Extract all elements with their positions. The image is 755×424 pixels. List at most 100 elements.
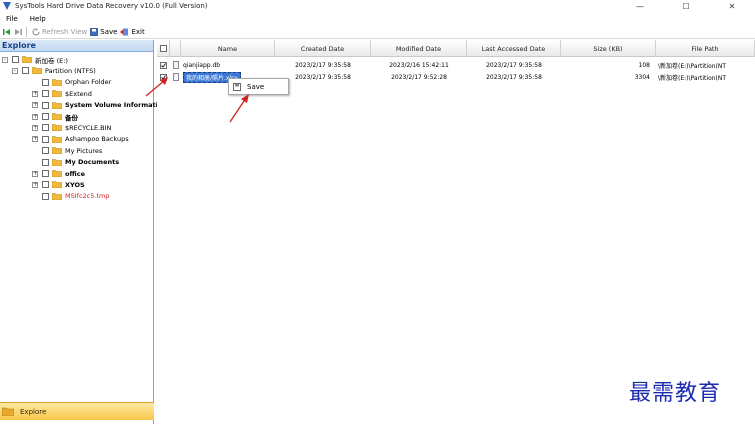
context-menu: Save [228, 78, 289, 95]
tree-item[interactable]: - 新加卷 (E:) [2, 54, 68, 65]
close-button[interactable]: ✕ [709, 0, 755, 12]
tree-item[interactable]: + 备份 [32, 111, 78, 122]
tree-item[interactable]: + $RECYCLE.BIN [32, 122, 111, 133]
folder-icon [52, 79, 62, 86]
tree-checkbox[interactable] [42, 101, 49, 109]
folder-icon [52, 147, 62, 155]
tree-checkbox[interactable] [42, 135, 49, 143]
minimize-button[interactable]: — [617, 0, 663, 12]
menu-help[interactable]: Help [30, 15, 46, 23]
tree-item-label: XYOS [65, 180, 85, 189]
window-title: SysTools Hard Drive Data Recovery v10.0 … [15, 2, 208, 10]
tree-checkbox[interactable] [42, 170, 49, 177]
tree-checkbox[interactable] [42, 124, 49, 132]
tree-item-label: Partition (NTFS) [45, 66, 96, 75]
tree-item-label: $RECYCLE.BIN [65, 123, 112, 132]
tree-checkbox[interactable] [22, 67, 29, 75]
header-created-date[interactable]: Created Date [275, 40, 371, 57]
expand-icon[interactable]: + [32, 113, 38, 120]
tree-checkbox[interactable] [42, 147, 49, 155]
exit-button[interactable]: Exit [120, 27, 145, 36]
table-row[interactable]: qianjiapp.db 2023/2/17 9:35:58 2023/2/16… [157, 59, 755, 71]
tree-item[interactable]: + $Extend [32, 88, 92, 99]
file-icon [172, 61, 179, 69]
exit-icon [120, 28, 129, 35]
tree-item[interactable]: + Ashampoo Backups [32, 134, 129, 145]
toolbar-separator [26, 26, 27, 37]
expand-icon[interactable]: + [32, 124, 38, 131]
expand-icon[interactable]: + [32, 181, 38, 188]
explore-pane: Explore - 新加卷 (E:) - Partition (NTFS) Orphan… [0, 40, 167, 424]
tree-item[interactable]: Orphan Folder [32, 77, 111, 88]
collapse-icon[interactable]: - [12, 67, 18, 74]
tree-checkbox[interactable] [42, 90, 49, 98]
header-last-accessed-date[interactable]: Last Accessed Date [467, 40, 561, 57]
context-menu-save[interactable]: Save [247, 83, 264, 91]
explore-tab-label: Explore [20, 407, 47, 416]
tree-item[interactable]: My Documents [32, 157, 119, 168]
folder-icon [52, 90, 62, 98]
save-button[interactable]: Save [90, 28, 117, 36]
save-label: Save [100, 27, 118, 36]
explore-folder-icon [2, 407, 14, 416]
save-icon [233, 82, 241, 91]
tree-item-label: Orphan Folder [65, 78, 112, 87]
folder-icon [52, 158, 62, 166]
row-accessed: 2023/2/17 9:35:58 [486, 73, 542, 81]
maximize-button[interactable]: ☐ [663, 0, 709, 12]
file-icon [172, 73, 179, 81]
folder-icon [32, 67, 42, 75]
select-all-checkbox[interactable] [159, 45, 167, 52]
tree-item[interactable]: + XYOS [32, 179, 85, 190]
file-grid: Name Created Date Modified Date Last Acc… [157, 40, 755, 424]
expand-icon[interactable]: + [32, 170, 38, 177]
refresh-view-button[interactable]: Refresh View [32, 27, 87, 36]
first-page-icon[interactable] [3, 28, 11, 36]
row-path: \新加卷(E:)\Partition(NT [658, 62, 727, 70]
expand-icon[interactable]: + [32, 136, 38, 143]
tree-item[interactable]: - Partition (NTFS) [12, 65, 96, 76]
row-created: 2023/2/17 9:35:58 [295, 61, 351, 69]
tree-item-label: Ashampoo Backups [65, 135, 129, 144]
folder-icon [52, 193, 62, 200]
collapse-icon[interactable]: - [2, 56, 8, 63]
expand-icon[interactable]: + [32, 102, 38, 109]
explore-tab[interactable]: Explore [0, 402, 154, 420]
tree-checkbox[interactable] [42, 181, 49, 189]
folder-icon [52, 101, 62, 109]
folder-icon [52, 136, 62, 143]
row-created: 2023/2/17 9:35:58 [295, 73, 351, 81]
header-file-path[interactable]: File Path [656, 40, 755, 57]
expand-icon[interactable]: + [32, 90, 38, 97]
row-size: 108 [638, 61, 650, 69]
row-checkbox[interactable] [160, 73, 167, 81]
tree-checkbox[interactable] [42, 78, 49, 86]
tree-item-label: $Extend [65, 89, 92, 98]
tree-checkbox[interactable] [42, 158, 49, 166]
header-name[interactable]: Name [181, 40, 275, 57]
tree-item-label: office [65, 169, 85, 178]
header-modified-date[interactable]: Modified Date [371, 40, 467, 57]
tree-item[interactable]: MSIfc2c5.tmp [32, 191, 109, 202]
tree-checkbox[interactable] [42, 113, 49, 120]
tree-item[interactable]: + office [32, 168, 85, 179]
last-page-icon[interactable] [14, 28, 22, 36]
tree-item[interactable]: My Pictures [32, 145, 102, 156]
tree-checkbox[interactable] [12, 56, 19, 63]
header-select-all[interactable] [157, 40, 170, 57]
folder-icon [52, 170, 62, 177]
header-icon-column [170, 40, 181, 57]
header-size[interactable]: Size (KB) [561, 40, 656, 57]
tree-item[interactable]: + System Volume Information [32, 100, 167, 111]
exit-label: Exit [131, 27, 145, 36]
explore-header: Explore [0, 40, 153, 52]
tree-item-label: 备份 [65, 113, 78, 122]
app-logo-icon [3, 2, 11, 10]
row-checkbox[interactable] [160, 61, 167, 69]
menu-file[interactable]: File [6, 15, 18, 23]
tree-checkbox[interactable] [42, 192, 49, 200]
tree-item-label: MSIfc2c5.tmp [65, 192, 110, 201]
row-size: 3304 [634, 73, 650, 81]
folder-icon [52, 181, 62, 189]
title-bar: SysTools Hard Drive Data Recovery v10.0 … [0, 0, 755, 12]
